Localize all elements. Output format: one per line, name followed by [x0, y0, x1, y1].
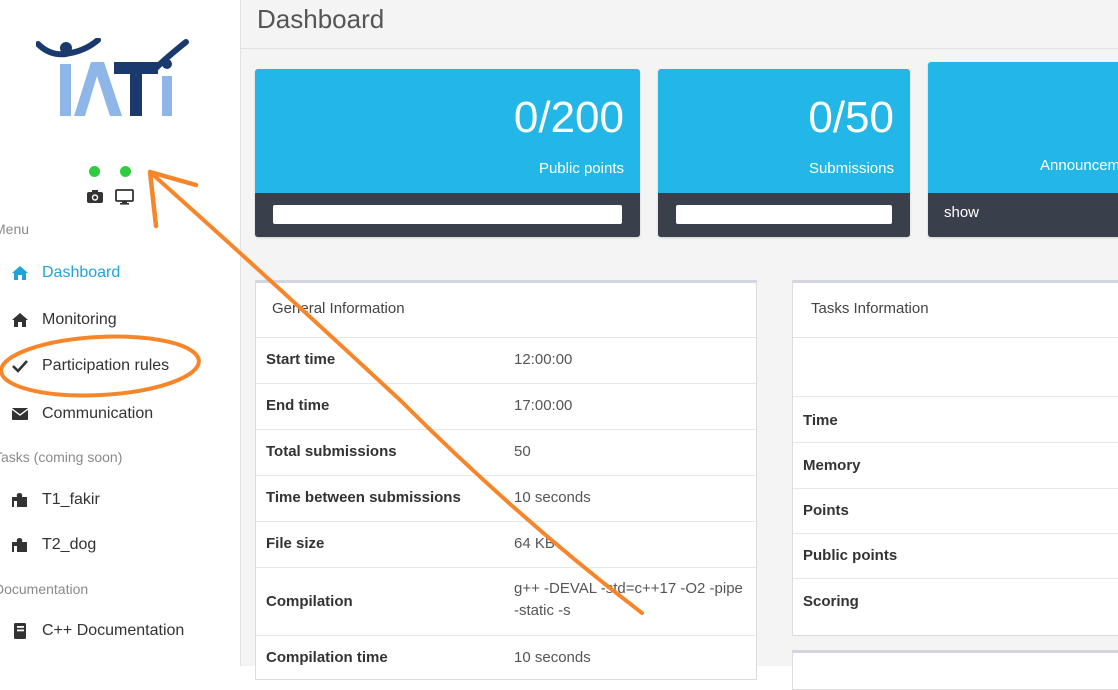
table-row: Time between submissions 10 seconds [256, 476, 756, 522]
show-announcements-link[interactable]: show [944, 204, 979, 221]
sidebar-item-label: T1_fakir [42, 491, 100, 508]
row-value: 12:00:00 [514, 351, 573, 368]
announcements-box: Announcements show [928, 62, 1118, 237]
table-row: Compilation time 10 seconds [256, 636, 756, 682]
panel-header: Tasks Information [793, 283, 1118, 338]
row-label: Scoring [803, 593, 859, 610]
camera-icon [87, 190, 103, 203]
sidebar-item-label: Participation rules [42, 357, 170, 374]
row-label: Compilation time [266, 649, 388, 666]
check-icon [11, 357, 29, 375]
row-value: 50 [514, 443, 531, 460]
page-title: Dashboard [257, 4, 385, 34]
monitor-icon [115, 189, 134, 205]
panel-title: General Information [272, 300, 405, 317]
row-label: Points [803, 502, 849, 519]
sidebar-item-label: C++ Documentation [42, 622, 185, 639]
row-value: 10 seconds [514, 489, 591, 506]
row-value: 64 KB [514, 535, 555, 552]
row-label: Memory [803, 457, 861, 474]
submissions-footer [658, 193, 910, 237]
row-label: Total submissions [266, 443, 397, 460]
sidebar-item-t1-fakir[interactable]: T1_fakir [0, 477, 240, 523]
next-panel [792, 650, 1118, 690]
row-label: Public points [803, 547, 898, 564]
row-label: Time between submissions [266, 489, 461, 506]
row-label: Time [803, 412, 838, 429]
announcements-footer: show [928, 193, 1118, 237]
row-label: Start time [266, 351, 336, 368]
submissions-progress-bar [676, 205, 892, 224]
tasks-information-panel: Tasks Information Time Memory Points Pub… [792, 280, 1118, 636]
book-icon [11, 622, 29, 640]
table-row: Public points [793, 534, 1118, 579]
table-row [793, 338, 1118, 397]
row-label: File size [266, 535, 325, 552]
camera-status-dot [89, 166, 100, 177]
title-divider [241, 48, 1118, 49]
public-points-footer [255, 193, 640, 237]
table-row: File size 64 KB [256, 522, 756, 568]
row-value: 17:00:00 [514, 397, 573, 414]
table-row: Time [793, 397, 1118, 443]
sidebar-item-label: T2_dog [42, 536, 97, 553]
main-content: Dashboard 0/200 Public points 0/50 Submi… [240, 0, 1118, 690]
sidebar-item-communication[interactable]: Communication [0, 391, 240, 437]
table-row: Points [793, 489, 1118, 534]
sidebar-item-dashboard[interactable]: Dashboard [0, 250, 240, 296]
public-points-label: Public points [538, 160, 624, 177]
documentation-section-label: Documentation [0, 581, 89, 597]
table-row: Compilation g++ -DEVAL -std=c++17 -O2 -p… [256, 568, 756, 636]
public-points-value: 0/200 [513, 93, 624, 142]
sidebar-item-label: Dashboard [42, 264, 121, 281]
public-points-box: 0/200 Public points [255, 69, 640, 237]
puzzle-icon [11, 491, 29, 509]
public-points-progress-bar [273, 205, 622, 224]
home-icon [11, 264, 29, 282]
home-icon [11, 311, 29, 329]
announcements-label: Announcements [1040, 157, 1118, 174]
envelope-icon [11, 405, 29, 423]
table-row: Memory [793, 443, 1118, 489]
sidebar-item-label: Communication [42, 405, 154, 422]
screen-status-dot [120, 166, 131, 177]
submissions-value: 0/50 [808, 93, 894, 142]
iati-logo [36, 38, 189, 116]
panel-header: General Information [256, 283, 756, 338]
tasks-section-label: Tasks (coming soon) [0, 449, 123, 465]
row-value: g++ -DEVAL -std=c++17 -O2 -pipe -static … [514, 580, 743, 619]
submissions-box: 0/50 Submissions [658, 69, 910, 237]
row-label: Compilation [266, 593, 353, 610]
table-row: End time 17:00:00 [256, 384, 756, 430]
table-row: Scoring [793, 579, 1118, 625]
general-information-panel: General Information Start time 12:00:00 … [255, 280, 757, 680]
panel-title: Tasks Information [811, 300, 929, 317]
sidebar-item-cpp-documentation[interactable]: C++ Documentation [0, 608, 240, 654]
sidebar-item-participation-rules[interactable]: Participation rules [0, 343, 240, 389]
submissions-label: Submissions [808, 160, 894, 177]
sidebar-item-t2-dog[interactable]: T2_dog [0, 522, 240, 568]
sidebar: Menu Dashboard Monitoring Participation … [0, 0, 240, 666]
sidebar-item-monitoring[interactable]: Monitoring [0, 297, 240, 343]
menu-section-label: Menu [0, 221, 30, 237]
table-row: Start time 12:00:00 [256, 338, 756, 384]
puzzle-icon [11, 536, 29, 554]
table-row: Total submissions 50 [256, 430, 756, 476]
sidebar-item-label: Monitoring [42, 311, 117, 328]
row-label: End time [266, 397, 330, 414]
